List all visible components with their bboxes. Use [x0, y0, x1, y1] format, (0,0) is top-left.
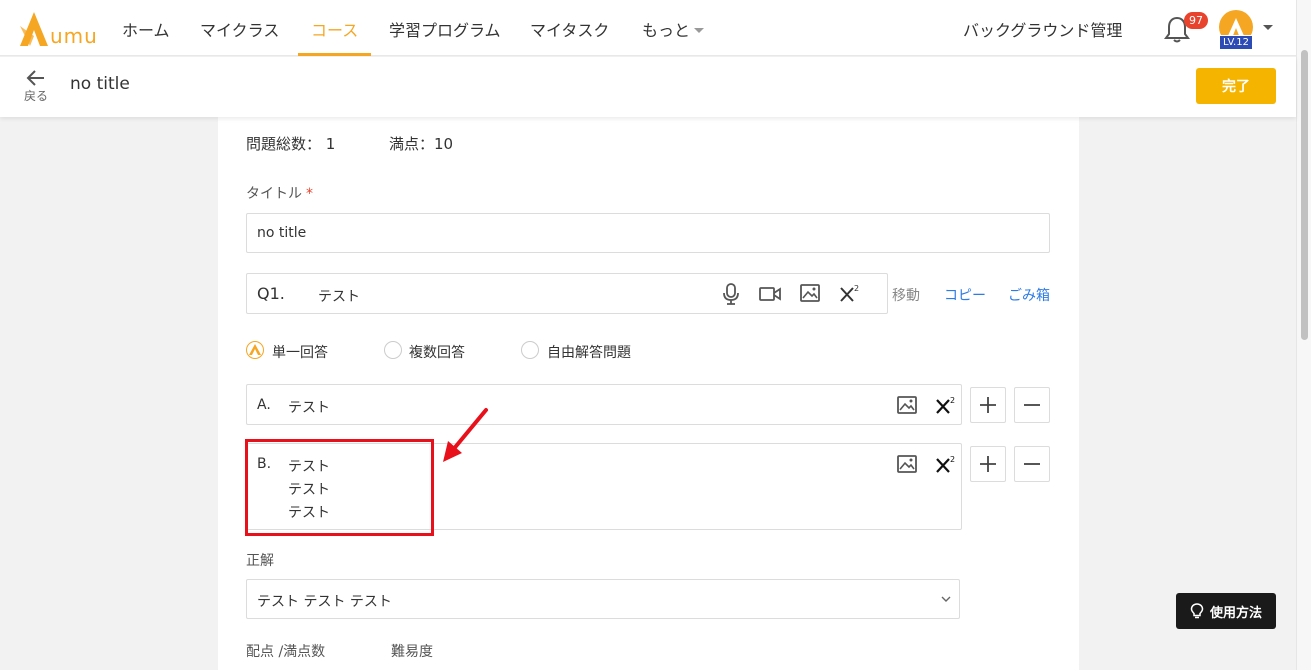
svg-text:2: 2 — [950, 455, 955, 464]
question-text: テスト — [318, 289, 360, 305]
nav-home[interactable]: ホーム — [122, 17, 170, 56]
score-label: 配点 /満点数 — [246, 644, 326, 660]
difficulty-label: 難易度 — [391, 644, 433, 660]
chevron-down-icon — [941, 596, 951, 602]
svg-text:2: 2 — [950, 396, 955, 405]
total-questions: 問題総数： 1 — [246, 135, 336, 153]
page-title: no title — [70, 74, 130, 94]
radio-free[interactable] — [521, 341, 539, 359]
full-score: 満点：10 — [389, 135, 454, 153]
lightbulb-icon — [1190, 603, 1204, 619]
level-badge: LV.12 — [1219, 35, 1253, 50]
editor-header: 戻る no title 完了 — [0, 57, 1296, 117]
option-a-formula-icon[interactable]: 2 — [935, 395, 957, 415]
highlight-box — [245, 439, 434, 536]
title-label: タイトル * — [246, 183, 313, 203]
image-icon[interactable] — [800, 284, 820, 302]
option-b-image-icon[interactable] — [897, 455, 917, 473]
help-button[interactable]: 使用方法 — [1176, 593, 1276, 629]
page-scrollbar[interactable] — [1296, 0, 1311, 670]
notification-badge: 97 — [1184, 12, 1208, 29]
svg-text:2: 2 — [854, 284, 859, 293]
option-a-text: テスト — [288, 400, 330, 416]
annotation-arrow-icon — [443, 408, 488, 462]
nav-more-label: もっと — [642, 21, 691, 40]
minus-icon — [1024, 404, 1040, 406]
answer-type-free[interactable]: 自由解答問題 — [547, 342, 631, 362]
top-nav: umu ホーム マイクラス コース 学習プログラム マイタスク もっと バックグ… — [0, 0, 1296, 56]
arrow-left-icon — [26, 70, 44, 86]
nav-my-class[interactable]: マイクラス — [200, 17, 279, 56]
option-a-remove-button[interactable] — [1014, 387, 1050, 423]
chevron-down-icon — [694, 27, 705, 33]
title-input-value: no title — [257, 225, 307, 241]
option-a-image-icon[interactable] — [897, 396, 917, 414]
minus-icon — [1024, 463, 1040, 465]
video-icon[interactable] — [759, 285, 781, 303]
nav-my-task[interactable]: マイタスク — [530, 17, 609, 56]
background-admin-link[interactable]: バックグラウンド管理 — [963, 17, 1122, 41]
required-asterisk: * — [306, 186, 313, 202]
formula-icon[interactable]: 2 — [839, 283, 861, 303]
option-a-add-button[interactable] — [970, 387, 1006, 423]
question-input[interactable]: Q1. テスト 2 — [246, 273, 888, 314]
copy-button[interactable]: コピー — [944, 285, 986, 305]
correct-answer-value: テスト テスト テスト — [257, 594, 392, 610]
umu-logo[interactable]: umu — [20, 12, 98, 46]
nav-more[interactable]: もっと — [642, 17, 705, 56]
correct-answer-select[interactable]: テスト テスト テスト — [246, 579, 960, 619]
nav-course[interactable]: コース — [298, 17, 372, 56]
avatar-chevron-down-icon[interactable] — [1263, 25, 1273, 30]
microphone-icon[interactable] — [722, 283, 740, 305]
option-a-input[interactable]: A. テスト 2 — [246, 384, 962, 425]
trash-button[interactable]: ごみ箱 — [1008, 285, 1050, 305]
answer-type-multiple[interactable]: 複数回答 — [409, 342, 465, 362]
title-input[interactable]: no title — [246, 213, 1050, 253]
question-number: Q1. — [257, 284, 285, 303]
correct-label: 正解 — [246, 553, 274, 569]
logo-icon — [20, 12, 48, 46]
done-button[interactable]: 完了 — [1196, 68, 1276, 104]
logo-text: umu — [50, 24, 98, 48]
option-b-remove-button[interactable] — [1014, 446, 1050, 482]
move-button[interactable]: 移動 — [892, 285, 920, 305]
scrollbar-thumb[interactable] — [1301, 50, 1308, 340]
radio-single-selected[interactable] — [246, 341, 264, 359]
plus-icon — [980, 397, 996, 413]
option-a-letter: A. — [257, 397, 271, 413]
title-label-text: タイトル — [246, 186, 302, 202]
help-label: 使用方法 — [1209, 605, 1262, 621]
answer-type-single[interactable]: 単一回答 — [272, 342, 328, 362]
radio-multiple[interactable] — [384, 341, 402, 359]
back-label: 戻る — [23, 89, 48, 103]
option-b-add-button[interactable] — [970, 446, 1006, 482]
option-b-formula-icon[interactable]: 2 — [935, 454, 957, 474]
nav-learning-program[interactable]: 学習プログラム — [389, 17, 501, 56]
plus-icon — [980, 456, 996, 472]
back-button[interactable]: 戻る — [22, 69, 50, 104]
